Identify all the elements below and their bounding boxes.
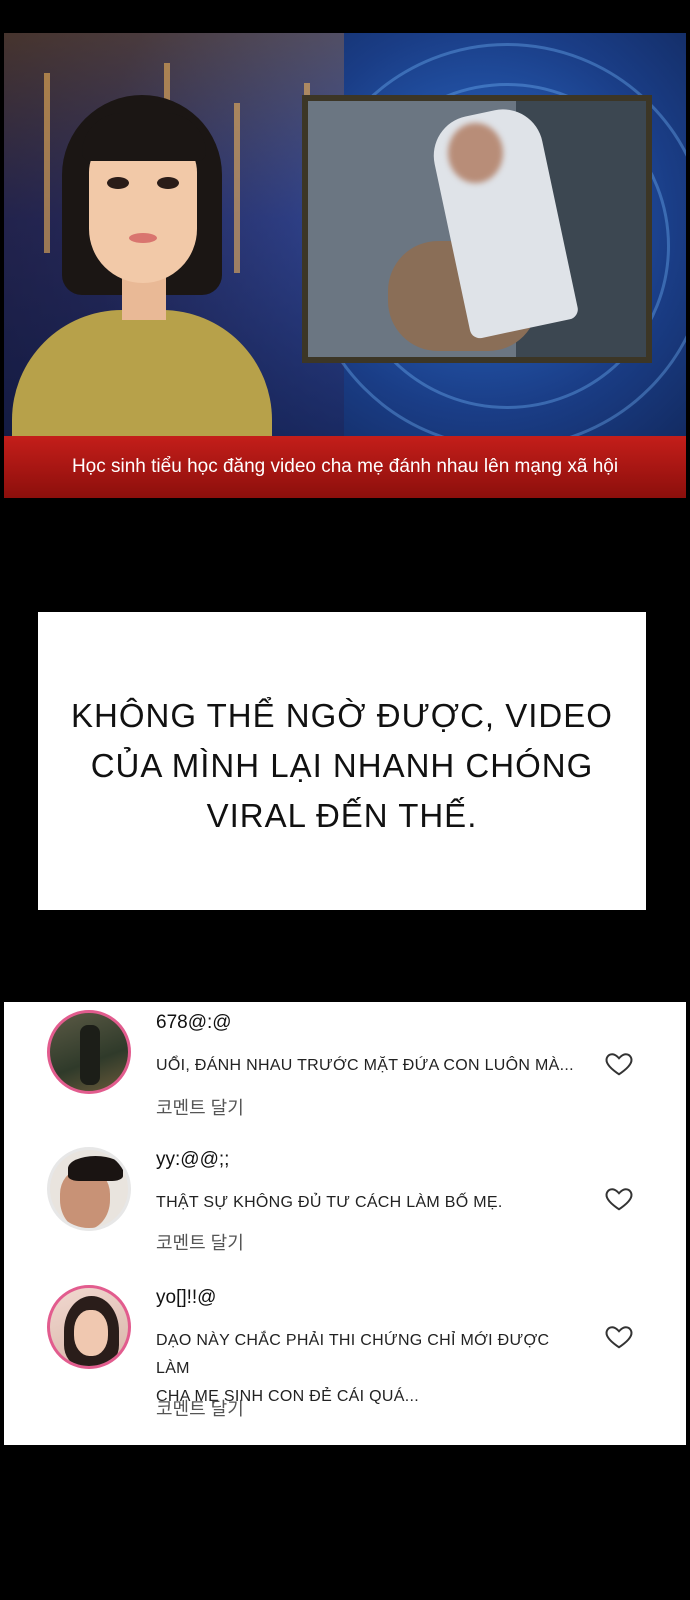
comment-username[interactable]: yy:@@;;	[156, 1149, 229, 1171]
narration-line: KHÔNG THỂ NGỜ ĐƯỢC, VIDEO	[71, 697, 613, 734]
narration-line: CỦA MÌNH LẠI NHANH CHÓNG	[90, 747, 594, 784]
heart-icon[interactable]	[604, 1183, 634, 1213]
news-caption-bar: Học sinh tiểu học đăng video cha mẹ đánh…	[4, 436, 686, 498]
news-caption-text: Học sinh tiểu học đăng video cha mẹ đánh…	[71, 456, 619, 477]
news-anchor-figure	[12, 95, 272, 480]
avatar[interactable]	[47, 1147, 131, 1231]
comment-text-line: UỔI, ĐÁNH NHAU TRƯỚC MẶT ĐỨA CON LUÔN MÀ…	[156, 1057, 574, 1074]
comment-text-line: THẬT SỰ KHÔNG ĐỦ TƯ CÁCH LÀM BỐ MẸ.	[156, 1194, 503, 1211]
comment-text: THẬT SỰ KHÔNG ĐỦ TƯ CÁCH LÀM BỐ MẸ.	[156, 1189, 586, 1217]
comments-panel: 678@:@ UỔI, ĐÁNH NHAU TRƯỚC MẶT ĐỨA CON …	[4, 1002, 686, 1445]
narration-line: VIRAL ĐẾN THẾ.	[206, 797, 478, 834]
blurred-video-inset	[302, 95, 652, 363]
add-comment-link[interactable]: 코멘트 달기	[156, 1395, 244, 1421]
narration-box: KHÔNG THỂ NGỜ ĐƯỢC, VIDEO CỦA MÌNH LẠI N…	[38, 612, 646, 910]
add-comment-link[interactable]: 코멘트 달기	[156, 1094, 244, 1120]
comment-username[interactable]: yo[]!!@	[156, 1287, 216, 1309]
add-comment-link[interactable]: 코멘트 달기	[156, 1229, 244, 1255]
avatar[interactable]	[47, 1010, 131, 1094]
avatar[interactable]	[47, 1285, 131, 1369]
comment-username[interactable]: 678@:@	[156, 1012, 232, 1034]
heart-icon[interactable]	[604, 1321, 634, 1351]
news-broadcast-panel: Học sinh tiểu học đăng video cha mẹ đánh…	[4, 33, 686, 498]
comment-text: UỔI, ĐÁNH NHAU TRƯỚC MẶT ĐỨA CON LUÔN MÀ…	[156, 1052, 586, 1080]
heart-icon[interactable]	[604, 1048, 634, 1078]
comment-text-line: DẠO NÀY CHẮC PHẢI THI CHỨNG CHỈ MỚI ĐƯỢC…	[156, 1332, 550, 1377]
